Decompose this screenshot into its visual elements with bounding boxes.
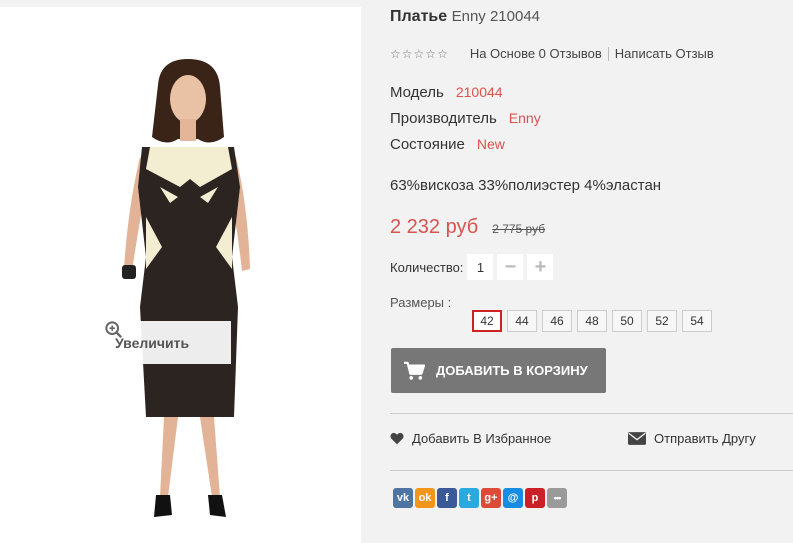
size-option-44[interactable]: 44 [507, 310, 537, 332]
quantity-plus-button[interactable]: + [527, 254, 554, 280]
divider [607, 46, 609, 61]
size-option-42[interactable]: 42 [472, 310, 502, 332]
zoom-in-icon [105, 321, 123, 339]
rating-stars[interactable]: ☆ ☆ ☆ ☆ ☆ [390, 47, 448, 61]
current-price: 2 232 руб [390, 216, 479, 238]
spec-model: Модель 210044 [390, 84, 503, 101]
more-icon[interactable]: ••• [547, 488, 567, 508]
quantity-label: Количество: [390, 259, 464, 275]
spec-value[interactable]: 210044 [456, 84, 503, 100]
add-to-cart-label: ДОБАВИТЬ В КОРЗИНУ [436, 363, 588, 378]
social-share-bar: vk ok f t g+ @ p ••• [393, 488, 567, 508]
star-icon: ☆ [413, 46, 425, 61]
pinterest-icon[interactable]: p [525, 488, 545, 508]
spec-condition: Состояние New [390, 136, 505, 153]
add-to-favorites-label: Добавить В Избранное [412, 431, 552, 446]
write-review-link[interactable]: Написать Отзыв [615, 46, 714, 61]
size-option-46[interactable]: 46 [542, 310, 572, 332]
zoom-button[interactable]: Увеличить [97, 321, 231, 364]
cart-icon [404, 361, 425, 380]
title-bold: Платье [390, 8, 448, 25]
divider [390, 470, 793, 471]
zoom-label: Увеличить [115, 334, 190, 351]
google-plus-icon[interactable]: g+ [481, 488, 501, 508]
old-price: 2 775 руб [492, 222, 546, 236]
star-icon: ☆ [425, 46, 437, 61]
add-to-favorites-link[interactable]: Добавить В Избранное [390, 431, 551, 446]
envelope-icon [628, 432, 646, 445]
send-to-friend-label: Отправить Другу [654, 431, 756, 446]
composition: 63%вискоза 33%полиэстер 4%эластан [390, 177, 662, 194]
size-option-52[interactable]: 52 [647, 310, 677, 332]
quantity-input[interactable]: 1 [467, 254, 494, 280]
quantity-minus-button[interactable]: − [497, 254, 524, 280]
send-to-friend-link[interactable]: Отправить Другу [628, 431, 756, 446]
quantity-row: Количество: 1 − + [390, 254, 554, 280]
spec-label: Состояние [390, 136, 465, 153]
spec-value[interactable]: Enny [509, 110, 541, 126]
spec-label: Производитель [390, 110, 497, 127]
spec-value: New [476, 136, 505, 152]
spec-label: Модель [390, 84, 444, 101]
product-title: Платье Enny 210044 [390, 8, 540, 26]
odnoklassniki-icon[interactable]: ok [415, 488, 435, 508]
size-option-54[interactable]: 54 [682, 310, 712, 332]
reviews-link[interactable]: На Основе 0 Отзывов [470, 46, 602, 61]
product-image-panel[interactable]: Увеличить [0, 7, 361, 543]
size-options: 42 44 46 48 50 52 54 [472, 310, 712, 332]
mail-icon[interactable]: @ [503, 488, 523, 508]
heart-icon [390, 432, 404, 445]
star-icon: ☆ [437, 46, 448, 61]
twitter-icon[interactable]: t [459, 488, 479, 508]
star-icon: ☆ [390, 46, 401, 61]
sizes-label: Размеры : [390, 295, 452, 310]
spec-manufacturer: Производитель Enny [390, 110, 541, 127]
star-icon: ☆ [401, 46, 413, 61]
divider [390, 413, 793, 414]
title-rest: Enny 210044 [451, 8, 541, 25]
vk-icon[interactable]: vk [393, 488, 413, 508]
price-row: 2 232 руб 2 775 руб [390, 216, 545, 239]
add-to-cart-button[interactable]: ДОБАВИТЬ В КОРЗИНУ [391, 348, 606, 393]
size-option-50[interactable]: 50 [612, 310, 642, 332]
rating-row: ☆ ☆ ☆ ☆ ☆ На Основе 0 Отзывов Написать О… [390, 46, 714, 61]
size-option-48[interactable]: 48 [577, 310, 607, 332]
product-photo [122, 59, 250, 517]
facebook-icon[interactable]: f [437, 488, 457, 508]
